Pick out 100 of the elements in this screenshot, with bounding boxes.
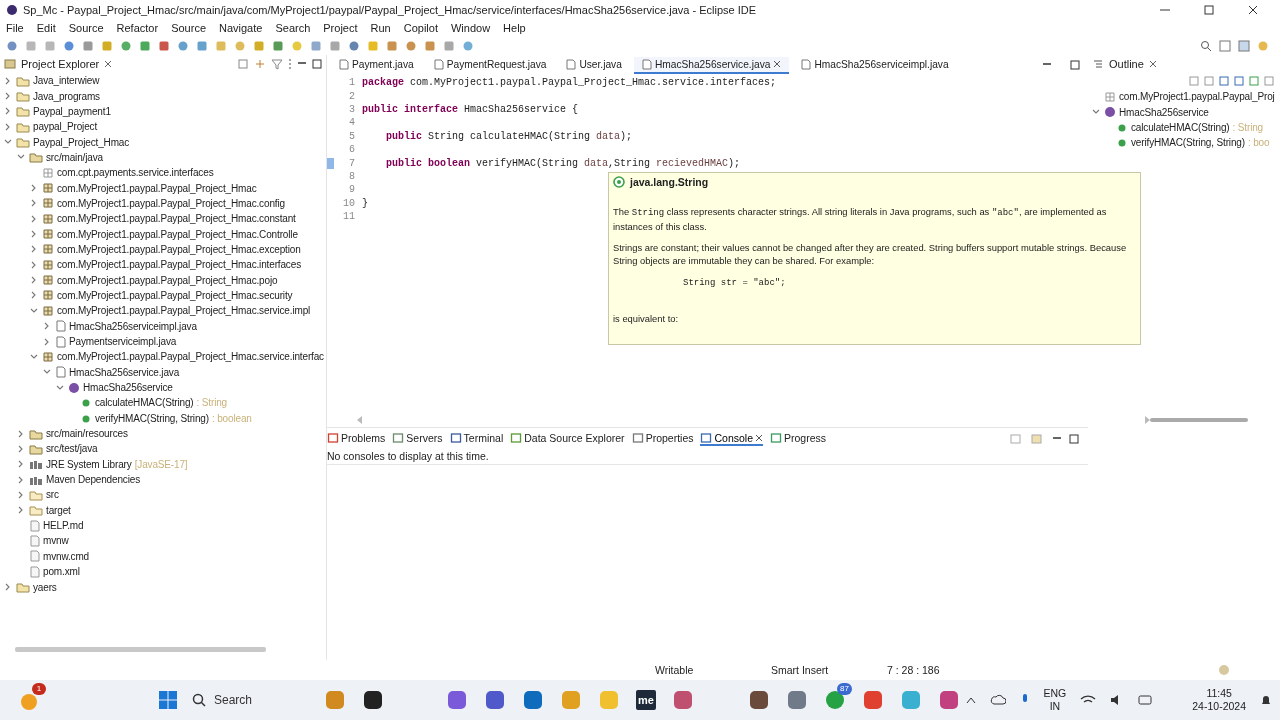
panel-tab[interactable]: Data Source Explorer [510,432,625,446]
clock-time[interactable]: 11:45 [1206,687,1232,700]
tree-item[interactable]: com.MyProject1.paypal.Paypal_Project_Hmac.interfaces [57,259,301,271]
toolbar-icon[interactable] [329,40,341,52]
tree-item[interactable]: Paymentserviceimpl.java [69,336,177,347]
toolbar-icon[interactable] [443,40,455,52]
tree-item[interactable]: com.MyProject1.paypal.Paypal_Project_Hmac [57,182,257,194]
tree-item[interactable]: com.cpt.payments.service.interfaces [57,167,214,179]
toolbar-icon[interactable] [310,40,322,52]
cloud-icon[interactable] [989,694,1006,706]
tree-item[interactable]: Java_programs [33,90,100,102]
editor-tab[interactable]: PaymentRequest.java [425,56,555,74]
chevron-up-icon[interactable] [965,696,976,704]
tree-item[interactable]: com.MyProject1.paypal.Paypal_Project_Hmac.constant [57,213,296,225]
editor-tab[interactable]: User.java [558,56,630,74]
panel-tab[interactable]: Progress [770,432,827,446]
battery-icon[interactable] [1138,695,1155,705]
editor-tab[interactable]: Payment.java [331,56,422,74]
tree-item[interactable]: HmacSha256service.java [69,366,180,378]
panel-tab[interactable]: Terminal [449,432,504,446]
tree-item[interactable]: yaers [33,581,57,593]
toolbar-icon[interactable] [82,40,94,52]
toolbar-icon[interactable] [139,40,151,52]
tree-item[interactable]: com.MyProject1.paypal.Paypal_Project_Hmac.service.interfac [57,351,324,363]
toolbar-icon[interactable] [386,40,398,52]
toolbar-icon[interactable] [405,40,417,52]
tree-item[interactable]: src/main/java [46,151,103,163]
menu-item[interactable]: Run [370,22,391,34]
close-icon[interactable] [1148,60,1157,68]
tree-item[interactable]: HmacSha256serviceimpl.java [69,320,197,332]
tree-item[interactable]: mvnw [43,535,69,547]
toolbar-icon[interactable] [348,40,360,52]
toolbar-icon[interactable] [424,40,436,52]
menu-item[interactable]: Source [68,22,104,34]
maximize-icon[interactable] [312,59,322,69]
tree-item[interactable]: mvnw.cmd [43,550,90,562]
tree-item[interactable]: Paypal_payment1 [33,105,111,117]
toolbar-icon[interactable] [196,40,208,52]
tree-item[interactable]: pom.xml [43,566,80,578]
menu-item[interactable]: Navigate [219,22,263,34]
toolbar-icon[interactable] [462,40,474,52]
menu-item[interactable]: Copilot [403,22,438,34]
close-icon[interactable] [755,434,763,442]
menu-item[interactable]: Help [503,22,526,34]
tree-item[interactable]: Maven Dependencies [46,474,141,486]
close-icon[interactable] [1248,4,1258,15]
collapse-all-icon[interactable] [237,58,249,70]
editor-tab[interactable]: HmacSha256serviceimpl.java [793,56,957,74]
close-icon[interactable] [773,60,782,68]
maximize-icon[interactable] [1204,4,1214,15]
tree-item[interactable]: JRE System Library [46,458,132,470]
panel-title[interactable]: Outline [1109,58,1144,70]
tree-item[interactable]: com.MyProject1.paypal.Paypal_Project_Hmac.config [57,197,285,209]
menu-item[interactable]: Search [275,22,311,34]
toolbar-icon[interactable] [6,40,18,52]
language-indicator[interactable]: ENG IN [1043,687,1067,713]
tree-item[interactable]: com.MyProject1.paypal.Paypal_Project_Hmac.service.impl [57,305,311,317]
tree-item[interactable]: Paypal_Project_Hmac [33,136,130,148]
tree-item[interactable]: src [46,489,59,501]
tree-item[interactable]: HmacSha256service [1119,106,1209,118]
toolbar-icon[interactable] [272,40,284,52]
menu-icon[interactable] [288,58,292,70]
menu-item[interactable]: Edit [36,22,56,34]
panel-title[interactable]: Project Explorer [21,58,100,70]
tree-item[interactable]: com.MyProject1.paypal.Paypal_Project_Hmac.exception [57,243,301,255]
toolbar-icon[interactable] [177,40,189,52]
link-icon[interactable] [254,58,266,70]
panel-tab[interactable]: Servers [392,432,443,446]
tree-item[interactable]: verifyHMAC(String, String) [1131,137,1245,149]
close-icon[interactable] [104,60,113,68]
app-icon[interactable]: me [636,690,656,710]
tree-item[interactable]: src/test/java [46,443,98,455]
windows-start-icon[interactable] [158,690,178,710]
menu-item[interactable]: Refactor [116,22,159,34]
tree-item[interactable]: verifyHMAC(String, String) [95,412,209,424]
menu-item[interactable]: File [6,22,24,34]
editor-tab[interactable]: HmacSha256service.java [633,56,790,74]
tree-item[interactable]: Java_interwiew [33,75,100,87]
menu-item[interactable]: Project [323,22,358,34]
scrollbar[interactable] [15,647,266,652]
tree-item[interactable]: target [46,504,71,516]
filter-icon[interactable] [271,58,283,70]
toolbar-icon[interactable] [63,40,75,52]
tree-item[interactable]: com.MyProject1.paypal.Paypal_Proj [1119,91,1275,103]
tree-item[interactable]: com.MyProject1.paypal.Paypal_Project_Hmac.security [57,290,293,301]
panel-tab[interactable]: Properties [631,432,694,446]
tree-item[interactable]: HELP.md [43,520,84,532]
tree-item[interactable]: HmacSha256service [83,382,173,394]
maximize-icon[interactable] [1070,60,1080,70]
search-icon[interactable] [1200,40,1212,52]
toolbar-icon[interactable] [158,40,170,52]
tree-item[interactable]: calculateHMAC(String) [1131,121,1230,133]
panel-tab[interactable]: Problems [327,432,386,446]
bell-icon[interactable] [1260,693,1272,707]
tree-item[interactable]: src/main/resources [46,428,128,440]
tree-item[interactable]: com.MyProject1.paypal.Paypal_Project_Hmac.Controlle [57,228,298,240]
taskbar-search[interactable]: Search [192,693,302,707]
maximize-icon[interactable] [1069,434,1079,444]
clock-date[interactable]: 24-10-2024 [1192,700,1246,713]
menu-item[interactable]: Window [450,22,491,34]
